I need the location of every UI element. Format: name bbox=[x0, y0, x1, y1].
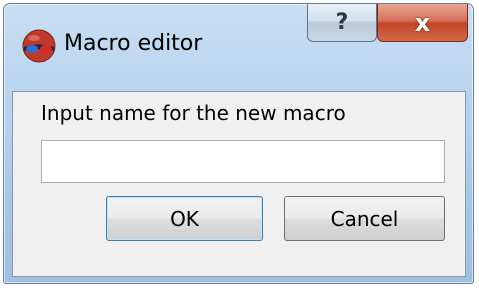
title-bar[interactable]: Macro editor ? x bbox=[4, 4, 473, 90]
cancel-button[interactable]: Cancel bbox=[284, 196, 445, 241]
ok-button-label: OK bbox=[170, 206, 199, 231]
close-button[interactable]: x bbox=[377, 4, 468, 42]
prompt-label: Input name for the new macro bbox=[41, 101, 346, 125]
ok-button[interactable]: OK bbox=[106, 196, 263, 241]
window-title: Macro editor bbox=[64, 31, 203, 56]
3d-glasses-icon bbox=[22, 29, 56, 63]
close-icon: x bbox=[414, 8, 431, 37]
help-icon: ? bbox=[335, 10, 349, 35]
help-button[interactable]: ? bbox=[307, 4, 377, 42]
macro-name-input[interactable] bbox=[41, 140, 445, 183]
cancel-button-label: Cancel bbox=[330, 206, 399, 231]
